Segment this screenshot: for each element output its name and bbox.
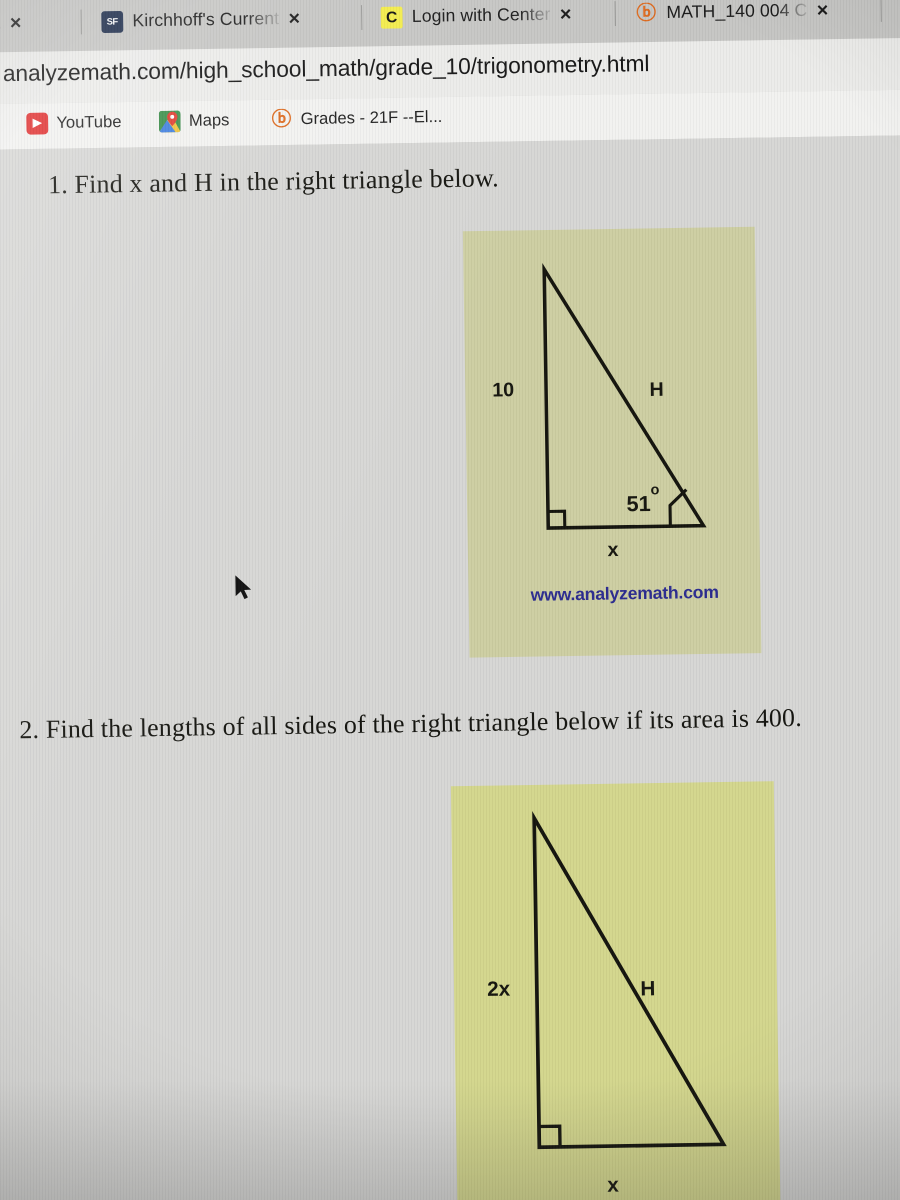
figure-1-hypotenuse-label: H: [649, 379, 664, 402]
figure-1-vertical-side-label: 10: [492, 379, 515, 402]
browser-tab-1[interactable]: SF Kirchhoff's Current ×: [101, 0, 300, 44]
figure-1: 10 H 51o x www.analyzemath.com: [462, 226, 762, 658]
tab-title-2: Login with Center: [411, 4, 551, 27]
figure-2-hypotenuse-label: H: [640, 977, 656, 1001]
question-1-text: 1. Find x and H in the right triangle be…: [47, 164, 500, 200]
question-2-text: 2. Find the lengths of all sides of the …: [19, 704, 803, 745]
tab-separator-2: [614, 1, 616, 27]
browser-window: tal L × SF Kirchhoff's Current × C Login…: [0, 0, 900, 1200]
mouse-pointer-icon: [235, 575, 252, 600]
browser-tab-3[interactable]: ⓑ MATH_140 004 C ×: [635, 0, 829, 36]
tab-close-button-0[interactable]: ×: [10, 12, 22, 34]
figure-1-angle-value: 51: [626, 492, 651, 517]
photo-of-screen: tal L × SF Kirchhoff's Current × C Login…: [0, 0, 900, 1200]
figure-2-vertical-side-label: 2x: [486, 977, 511, 1002]
figure-1-credit: www.analyzemath.com: [530, 582, 719, 605]
bookmark-maps[interactable]: Maps: [158, 110, 230, 133]
tab-title-0: tal L: [0, 13, 1, 34]
tab-separator-3: [880, 0, 882, 22]
figure-2-base-label: x: [607, 1173, 619, 1197]
browser-tab-2[interactable]: C Login with Center ×: [380, 0, 572, 40]
tab-title-1: Kirchhoff's Current: [132, 8, 280, 31]
tab-title-3: MATH_140 004 C: [666, 0, 808, 23]
url-text[interactable]: analyzemath.com/high_school_math/grade_1…: [3, 50, 650, 87]
page-content: 1. Find x and H in the right triangle be…: [0, 134, 900, 1200]
figure-1-angle-label: 51o: [626, 481, 659, 517]
figure-1-base-label: x: [607, 539, 619, 562]
blackboard-icon: ⓑ: [271, 108, 292, 131]
bookmark-grades[interactable]: ⓑ Grades - 21F --El...: [270, 106, 443, 131]
degree-symbol-icon: o: [650, 481, 660, 498]
bookmark-youtube[interactable]: ▶ YouTube: [26, 111, 122, 135]
google-maps-icon: [158, 110, 181, 133]
tab-separator-0: [80, 9, 82, 35]
bookmark-label-maps: Maps: [188, 111, 230, 130]
bookmark-label-grades: Grades - 21F --El...: [300, 107, 443, 128]
c-letter-icon: C: [380, 6, 403, 29]
blackboard-icon: ⓑ: [636, 2, 657, 25]
figure-2: 2x H x www.analyzemath.com: [450, 781, 782, 1200]
bookmark-label-youtube: YouTube: [56, 112, 122, 132]
tab-separator-1: [360, 5, 363, 31]
tab-close-button-2[interactable]: ×: [560, 3, 572, 25]
browser-tab-0[interactable]: tal L ×: [0, 0, 22, 46]
tab-close-button-1[interactable]: ×: [288, 8, 300, 30]
youtube-icon: ▶: [26, 112, 49, 135]
tab-close-button-3[interactable]: ×: [817, 0, 829, 21]
sf-icon: SF: [101, 10, 124, 33]
